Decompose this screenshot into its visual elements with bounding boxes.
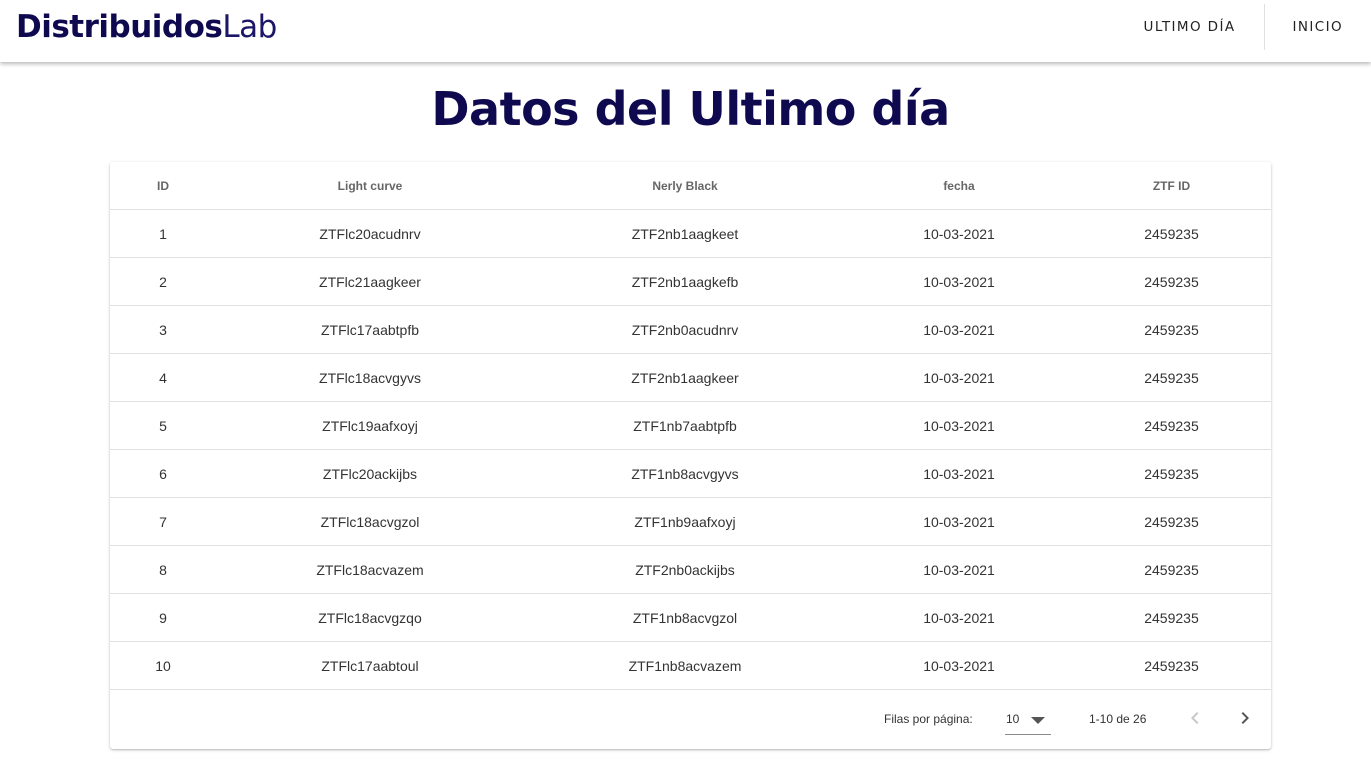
cell-fecha: 10-03-2021 xyxy=(846,257,1072,306)
cell-fecha: 10-03-2021 xyxy=(846,641,1072,690)
cell-ztf-id: 2459235 xyxy=(1072,209,1271,258)
cell-fecha: 10-03-2021 xyxy=(846,353,1072,402)
cell-ztf-id: 2459235 xyxy=(1072,497,1271,546)
app-bar: DistribuidosLab ULTIMO DÍA INICIO xyxy=(0,0,1371,62)
cell-ztf-id: 2459235 xyxy=(1072,641,1271,690)
pagination-range: 1-10 de 26 xyxy=(1089,712,1147,726)
cell-id: 10 xyxy=(110,641,216,690)
table-header-row: ID Light curve Nerly Black fecha ZTF ID xyxy=(110,162,1271,210)
table-row: 4 ZTFlc18acvgyvs ZTF2nb1aagkeer 10-03-20… xyxy=(110,353,1271,402)
page-title: Datos del Ultimo día xyxy=(431,82,950,136)
brand-name-bold: Distribuidos xyxy=(16,9,223,45)
previous-page-button[interactable] xyxy=(1183,706,1207,730)
column-header-ztf-id: ZTF ID xyxy=(1072,162,1271,210)
column-header-nerly-black: Nerly Black xyxy=(524,162,846,210)
cell-fecha: 10-03-2021 xyxy=(846,497,1072,546)
cell-light-curve: ZTFlc17aabtoul xyxy=(216,641,524,690)
cell-id: 7 xyxy=(110,497,216,546)
cell-ztf-id: 2459235 xyxy=(1072,401,1271,450)
brand-logo[interactable]: DistribuidosLab xyxy=(16,6,277,48)
column-header-fecha: fecha xyxy=(846,162,1072,210)
column-header-light-curve: Light curve xyxy=(216,162,524,210)
cell-id: 1 xyxy=(110,209,216,258)
table-row: 10 ZTFlc17aabtoul ZTF1nb8acvazem 10-03-2… xyxy=(110,641,1271,690)
column-header-id: ID xyxy=(110,162,216,210)
cell-fecha: 10-03-2021 xyxy=(846,449,1072,498)
cell-nerly-black: ZTF2nb1aagkefb xyxy=(524,257,846,306)
table-row: 9 ZTFlc18acvgzqo ZTF1nb8acvgzol 10-03-20… xyxy=(110,593,1271,642)
cell-fecha: 10-03-2021 xyxy=(846,209,1072,258)
chevron-left-icon xyxy=(1191,712,1199,724)
table-row: 2 ZTFlc21aagkeer ZTF2nb1aagkefb 10-03-20… xyxy=(110,257,1271,306)
table-row: 8 ZTFlc18acvazem ZTF2nb0ackijbs 10-03-20… xyxy=(110,545,1271,594)
next-page-button[interactable] xyxy=(1233,706,1257,730)
cell-ztf-id: 2459235 xyxy=(1072,449,1271,498)
cell-ztf-id: 2459235 xyxy=(1072,545,1271,594)
cell-nerly-black: ZTF1nb8acvgzol xyxy=(524,593,846,642)
cell-light-curve: ZTFlc18acvgyvs xyxy=(216,353,524,402)
cell-light-curve: ZTFlc18acvgzqo xyxy=(216,593,524,642)
cell-fecha: 10-03-2021 xyxy=(846,401,1072,450)
cell-light-curve: ZTFlc21aagkeer xyxy=(216,257,524,306)
table-row: 6 ZTFlc20ackijbs ZTF1nb8acvgyvs 10-03-20… xyxy=(110,449,1271,498)
table-row: 3 ZTFlc17aabtpfb ZTF2nb0acudnrv 10-03-20… xyxy=(110,305,1271,354)
data-table-card: ID Light curve Nerly Black fecha ZTF ID … xyxy=(110,162,1271,749)
cell-id: 2 xyxy=(110,257,216,306)
data-table: ID Light curve Nerly Black fecha ZTF ID … xyxy=(110,162,1271,690)
cell-light-curve: ZTFlc19aafxoyj xyxy=(216,401,524,450)
table-row: 5 ZTFlc19aafxoyj ZTF1nb7aabtpfb 10-03-20… xyxy=(110,401,1271,450)
cell-light-curve: ZTFlc17aabtpfb xyxy=(216,305,524,354)
table-pagination: Filas por página: 10 1-10 de 26 xyxy=(110,690,1271,749)
cell-light-curve: ZTFlc20ackijbs xyxy=(216,449,524,498)
table-row: 7 ZTFlc18acvgzol ZTF1nb9aafxoyj 10-03-20… xyxy=(110,497,1271,546)
cell-nerly-black: ZTF2nb1aagkeer xyxy=(524,353,846,402)
cell-id: 5 xyxy=(110,401,216,450)
cell-nerly-black: ZTF2nb0acudnrv xyxy=(524,305,846,354)
cell-id: 4 xyxy=(110,353,216,402)
cell-nerly-black: ZTF1nb8acvazem xyxy=(524,641,846,690)
nav-inicio-button[interactable]: INICIO xyxy=(1265,4,1371,50)
cell-nerly-black: ZTF2nb1aagkeet xyxy=(524,209,846,258)
cell-ztf-id: 2459235 xyxy=(1072,257,1271,306)
cell-fecha: 10-03-2021 xyxy=(846,593,1072,642)
cell-nerly-black: ZTF1nb8acvgyvs xyxy=(524,449,846,498)
brand-name-light: Lab xyxy=(222,9,277,45)
rows-per-page-label: Filas por página: xyxy=(884,712,973,726)
rows-per-page-value: 10 xyxy=(1006,712,1020,726)
cell-ztf-id: 2459235 xyxy=(1072,353,1271,402)
cell-light-curve: ZTFlc18acvgzol xyxy=(216,497,524,546)
cell-fecha: 10-03-2021 xyxy=(846,545,1072,594)
cell-nerly-black: ZTF2nb0ackijbs xyxy=(524,545,846,594)
cell-id: 9 xyxy=(110,593,216,642)
cell-light-curve: ZTFlc20acudnrv xyxy=(216,209,524,258)
table-row: 1 ZTFlc20acudnrv ZTF2nb1aagkeet 10-03-20… xyxy=(110,209,1271,258)
cell-nerly-black: ZTF1nb7aabtpfb xyxy=(524,401,846,450)
nav-ultimo-dia-button[interactable]: ULTIMO DÍA xyxy=(1116,4,1264,50)
chevron-right-icon xyxy=(1241,712,1249,724)
cell-nerly-black: ZTF1nb9aafxoyj xyxy=(524,497,846,546)
cell-id: 8 xyxy=(110,545,216,594)
cell-id: 3 xyxy=(110,305,216,354)
cell-ztf-id: 2459235 xyxy=(1072,593,1271,642)
rows-per-page-select[interactable]: 10 xyxy=(1005,702,1051,735)
caret-down-icon xyxy=(1031,717,1045,724)
top-nav: ULTIMO DÍA INICIO xyxy=(1116,4,1371,50)
cell-light-curve: ZTFlc18acvazem xyxy=(216,545,524,594)
cell-id: 6 xyxy=(110,449,216,498)
cell-fecha: 10-03-2021 xyxy=(846,305,1072,354)
cell-ztf-id: 2459235 xyxy=(1072,305,1271,354)
